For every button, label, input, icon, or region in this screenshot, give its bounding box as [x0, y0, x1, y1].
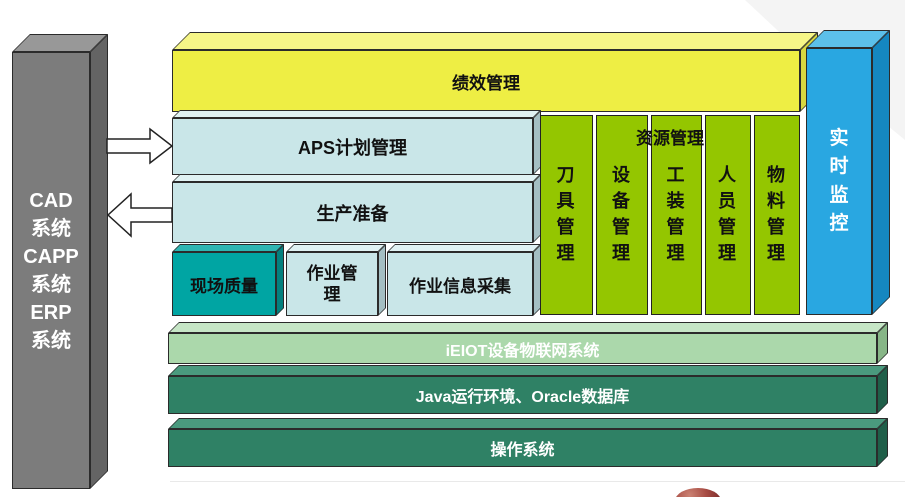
- box-side-face: [90, 34, 108, 489]
- box-top-face: [286, 244, 386, 252]
- box-front-face: Java运行环境、Oracle数据库: [168, 376, 877, 414]
- box-top-face: [172, 32, 818, 50]
- box-side-face: [872, 30, 890, 315]
- performance-management-box: 绩效管理: [172, 50, 800, 112]
- box-top-face: [168, 322, 888, 333]
- realtime-monitoring-label: 实时监控: [828, 125, 850, 239]
- production-preparation-box: 生产准备: [172, 182, 533, 243]
- bottom-divider-line: [170, 481, 905, 482]
- box-top-face: [168, 418, 888, 429]
- box-top-face: [172, 110, 541, 118]
- box-top-face: [172, 244, 284, 252]
- box-front-face: 生产准备: [172, 182, 533, 243]
- box-side-face: [378, 244, 386, 316]
- external-systems-label: CAD 系统 CAPP 系统 ERP 系统: [23, 187, 79, 355]
- architecture-diagram: CAD 系统 CAPP 系统 ERP 系统 绩效管理 APS计划管理 生产准备 …: [0, 0, 905, 497]
- operating-system-label: 操作系统: [490, 436, 554, 460]
- site-quality-box: 现场质量: [172, 252, 276, 316]
- personnel-management-label: 人员管理: [718, 162, 738, 314]
- site-quality-label: 现场质量: [190, 272, 258, 297]
- job-info-collection-box: 作业信息采集: [387, 252, 533, 316]
- box-front-face: 实时监控: [806, 48, 872, 315]
- box-top-face: [387, 244, 541, 252]
- box-front-face: APS计划管理: [172, 118, 533, 175]
- box-front-face: 现场质量: [172, 252, 276, 316]
- aps-planning-label: APS计划管理: [298, 134, 407, 160]
- tool-management-label: 刀具管理: [557, 162, 577, 314]
- iot-system-label: iEIOT设备物联网系统: [446, 337, 600, 361]
- runtime-database-label: Java运行环境、Oracle数据库: [416, 383, 629, 407]
- decorative-object: [675, 488, 721, 497]
- performance-management-label: 绩效管理: [452, 69, 520, 94]
- production-preparation-label: 生产准备: [317, 200, 389, 226]
- resource-management-header: 资源管理: [540, 124, 800, 149]
- box-front-face: 绩效管理: [172, 50, 800, 112]
- runtime-database-bar: Java运行环境、Oracle数据库: [168, 376, 877, 414]
- box-front-face: 作业管理: [286, 252, 378, 316]
- job-info-collection-label: 作业信息采集: [409, 272, 511, 297]
- tooling-management-label: 工装管理: [667, 162, 687, 314]
- material-management-label: 物料管理: [767, 162, 787, 314]
- job-management-label: 作业管理: [304, 263, 360, 306]
- realtime-monitoring-box: 实时监控: [806, 48, 872, 315]
- arrow-left-icon: [108, 194, 172, 236]
- box-side-face: [276, 244, 284, 316]
- box-front-face: CAD 系统 CAPP 系统 ERP 系统: [12, 52, 90, 489]
- external-systems-box: CAD 系统 CAPP 系统 ERP 系统: [12, 52, 90, 489]
- box-front-face: iEIOT设备物联网系统: [168, 333, 877, 364]
- operating-system-bar: 操作系统: [168, 429, 877, 467]
- iot-system-bar: iEIOT设备物联网系统: [168, 333, 877, 364]
- job-management-box: 作业管理: [286, 252, 378, 316]
- equipment-management-label: 设备管理: [612, 162, 632, 314]
- aps-planning-box: APS计划管理: [172, 118, 533, 175]
- box-top-face: [168, 365, 888, 376]
- box-front-face: 作业信息采集: [387, 252, 533, 316]
- arrow-right-icon: [107, 129, 172, 163]
- box-top-face: [172, 174, 541, 182]
- box-front-face: 操作系统: [168, 429, 877, 467]
